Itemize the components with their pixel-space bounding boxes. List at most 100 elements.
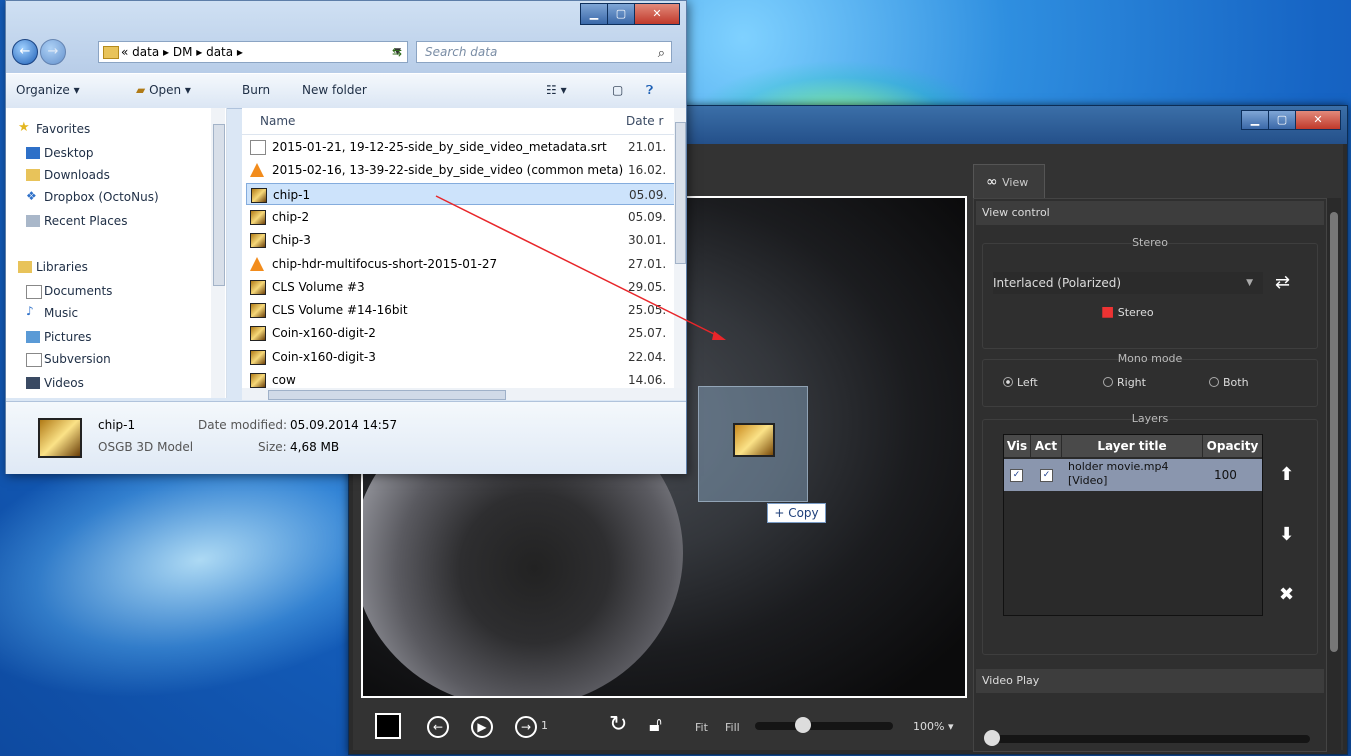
table-row[interactable]: 2015-01-21, 19-12-25-side_by_side_video_… [246,136,676,158]
nav-favorites[interactable]: ★ Favorites [18,120,90,136]
mono-right-radio[interactable]: Right [1103,376,1146,389]
col-act[interactable]: Act [1031,435,1061,457]
mono-both-radio[interactable]: Both [1209,376,1249,389]
new-folder-button[interactable]: New folder [302,83,367,97]
move-up-icon[interactable]: ⬆ [1279,464,1294,485]
file-date: 05.09. [629,187,668,202]
explorer-window: ▁ ▢ ✕ ← → « data ▸ DM ▸ data ▸ ▼ ⇆ Searc… [5,0,687,474]
fit-label[interactable]: Fit [695,721,708,734]
nav-videos[interactable]: Videos [26,376,84,390]
tab-view[interactable]: ∞ View [973,164,1045,198]
folder-icon [103,46,119,59]
libraries-icon [18,261,32,273]
mono-mode-title: Mono mode [1117,352,1183,365]
maximize-button[interactable]: ▢ [1268,110,1296,130]
layers-table[interactable]: Vis Act Layer title Opacity ✓ ✓ holder m… [1003,434,1263,616]
glasses-icon: ∞ [986,174,1003,190]
nav-scrollbar[interactable] [211,108,225,398]
col-layer-title[interactable]: Layer title [1062,435,1202,457]
table-row[interactable]: Chip-3 30.01. [246,229,676,251]
table-row[interactable]: Coin-x160-digit-2 25.07. [246,322,676,344]
back-button[interactable]: ← [12,39,38,65]
layer-title: holder movie.mp4 [Video] [1068,460,1169,487]
scrollbar-thumb[interactable] [268,390,506,400]
open-button[interactable]: ▰ Open ▾ [136,83,191,97]
lock-icon[interactable]: 🔓︎ [649,712,662,736]
layers-group-title: Layers [1131,412,1169,425]
fill-label[interactable]: Fill [725,721,740,734]
col-vis[interactable]: Vis [1004,435,1030,457]
table-row[interactable]: chip-2 05.09. [246,206,676,228]
minimize-button[interactable]: ▁ [1241,110,1269,130]
play-button[interactable]: ▶ [471,716,493,738]
table-row[interactable]: CLS Volume #14-16bit 25.05. [246,299,676,321]
nav-desktop[interactable]: Desktop [26,146,94,160]
col-date[interactable]: Date r [626,114,663,128]
table-row[interactable]: Coin-x160-digit-3 22.04. [246,346,676,368]
table-row[interactable]: 2015-02-16, 13-39-22-side_by_side_video … [246,159,676,181]
forward-button[interactable]: → [40,39,66,65]
video-position-handle[interactable] [984,730,1000,746]
breadcrumb[interactable]: « data ▸ DM ▸ data ▸ [121,45,243,59]
nav-subversion[interactable]: Subversion [26,352,111,367]
stereo-mode-select[interactable]: Interlaced (Polarized) ▼ [993,272,1263,294]
col-opacity[interactable]: Opacity [1203,435,1262,457]
nav-libraries[interactable]: Libraries [18,260,88,274]
view-control-header[interactable]: View control [976,201,1324,225]
search-icon[interactable]: ⌕ [658,44,665,64]
video-position-slider[interactable] [990,735,1310,743]
file-list-scrollbar[interactable] [674,108,686,388]
maximize-button[interactable]: ▢ [607,3,635,25]
nav-pictures[interactable]: Pictures [26,330,92,344]
file-name: 2015-01-21, 19-12-25-side_by_side_video_… [272,140,607,154]
minimize-button[interactable]: ▁ [580,3,608,25]
table-row[interactable]: chip-hdr-multifocus-short-2015-01-27 27.0… [246,253,676,275]
close-button[interactable]: ✕ [634,3,680,25]
move-down-icon[interactable]: ⬇ [1279,524,1294,545]
video-play-header[interactable]: Video Play [976,669,1324,693]
act-checkbox[interactable]: ✓ [1040,469,1053,482]
file-date: 21.01. [628,140,667,154]
help-icon[interactable]: ❓︎ [646,83,653,98]
nav-downloads[interactable]: Downloads [26,168,110,182]
file-name: chip-2 [272,209,310,224]
prev-frame-button[interactable]: ← [427,716,449,738]
scrollbar-thumb[interactable] [213,124,225,286]
zoom-slider-handle[interactable] [795,717,811,733]
documents-icon [26,285,42,299]
view-options-icon[interactable]: ☷ ▾ [546,83,567,97]
panel-scrollbar[interactable] [1327,198,1341,750]
search-input[interactable]: Search data ⌕ [416,41,672,63]
nav-recent-places[interactable]: Recent Places [26,214,127,228]
horizontal-scrollbar[interactable] [242,388,686,400]
stop-button[interactable] [375,713,401,739]
scrollbar-thumb[interactable] [1330,212,1338,652]
file-name: Coin-x160-digit-2 [272,326,376,341]
nav-documents[interactable]: Documents [26,284,112,299]
address-bar[interactable]: « data ▸ DM ▸ data ▸ ▼ [98,41,408,63]
vis-checkbox[interactable]: ✓ [1010,469,1023,482]
col-name[interactable]: Name [260,114,295,128]
next-frame-button[interactable]: → [515,716,537,738]
delete-icon[interactable]: ✖ [1279,584,1294,605]
close-button[interactable]: ✕ [1295,110,1341,130]
preview-pane-icon[interactable]: ▢ [612,83,623,97]
nav-music[interactable]: ♪ Music [26,304,78,320]
detail-type: OSGB 3D Model [98,440,194,454]
organize-button[interactable]: Organize ▾ [16,83,80,97]
table-row[interactable]: ✓ ✓ holder movie.mp4 [Video] 100 [1004,459,1262,491]
stereo-button[interactable]: ■ Stereo [1101,304,1154,320]
swap-icon[interactable]: ⇄ [1275,272,1290,293]
mono-left-radio[interactable]: Left [1003,376,1038,389]
zoom-level[interactable]: 100% ▾ [913,720,953,733]
explorer-title-bar[interactable]: ▁ ▢ ✕ ← → « data ▸ DM ▸ data ▸ ▼ ⇆ Searc… [6,1,686,73]
table-row[interactable]: CLS Volume #3 29.05. [246,276,676,298]
refresh-icon[interactable]: ⇆ [386,41,408,63]
burn-button[interactable]: Burn [242,83,270,97]
reset-icon[interactable]: ↻ [609,712,627,737]
zoom-slider[interactable] [755,722,893,730]
drag-ghost [698,386,808,502]
nav-dropbox[interactable]: ❖ Dropbox (OctoNus) [26,189,159,204]
table-row[interactable]: chip-1 05.09. [246,182,676,205]
scrollbar-thumb[interactable] [675,122,686,264]
